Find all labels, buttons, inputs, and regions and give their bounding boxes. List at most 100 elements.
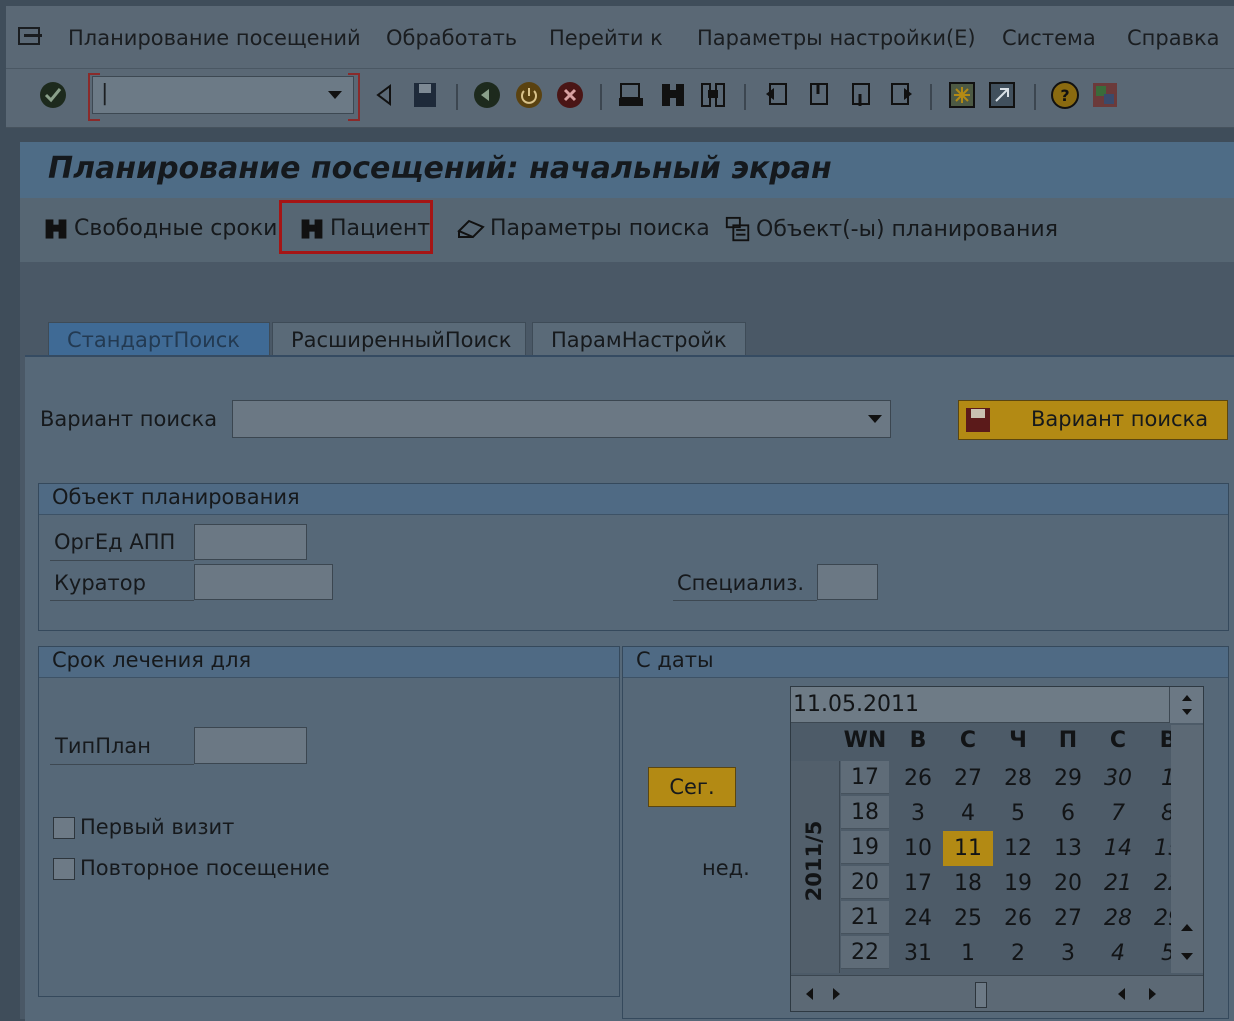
previous-page-icon[interactable]: [803, 80, 833, 110]
scroll-thumb[interactable]: [975, 982, 987, 1008]
menu-goto[interactable]: Перейти к: [549, 26, 663, 50]
calendar-day[interactable]: 27: [1043, 901, 1093, 936]
scroll-right-icon[interactable]: [831, 986, 843, 1002]
week-number[interactable]: 19: [841, 831, 889, 864]
shortcut-icon[interactable]: [987, 80, 1017, 110]
find-next-icon[interactable]: [698, 80, 728, 110]
date-spinner[interactable]: [1169, 687, 1203, 723]
system-menu-icon[interactable]: [18, 26, 44, 48]
check-icon[interactable]: [38, 80, 68, 110]
planning-objects-button[interactable]: Объект(-ы) планирования: [724, 216, 1058, 244]
calendar-day[interactable]: 6: [1043, 796, 1093, 831]
calendar-day[interactable]: 28: [993, 761, 1043, 796]
exit-icon[interactable]: [514, 80, 544, 110]
today-button[interactable]: Сег.: [648, 767, 736, 807]
calendar-day[interactable]: 3: [893, 796, 943, 831]
search-params-button[interactable]: Параметры поиска: [456, 216, 710, 241]
first-visit-checkbox[interactable]: [53, 817, 75, 839]
dropdown-icon[interactable]: [327, 89, 343, 101]
calendar-day[interactable]: 3: [1043, 936, 1093, 971]
command-field[interactable]: |: [92, 76, 354, 114]
week-number[interactable]: 20: [841, 866, 889, 899]
tab-standard-search[interactable]: СтандартПоиск: [48, 322, 270, 356]
customize-layout-icon[interactable]: [1090, 80, 1120, 110]
search-variant-button[interactable]: Вариант поиска: [958, 400, 1228, 440]
week-number[interactable]: 22: [841, 936, 889, 969]
calendar-day[interactable]: 18: [943, 866, 993, 901]
calendar-day[interactable]: 25: [943, 901, 993, 936]
svg-text:?: ?: [1060, 86, 1069, 105]
create-session-icon[interactable]: [947, 80, 977, 110]
calendar-day[interactable]: 10: [893, 831, 943, 866]
week-number[interactable]: 17: [841, 761, 889, 794]
scroll-down-icon[interactable]: [1179, 951, 1195, 963]
find-icon[interactable]: [658, 80, 688, 110]
repeat-visit-checkbox[interactable]: [53, 858, 75, 880]
planning-object-title: Объект планирования: [52, 485, 300, 509]
specialty-label: Специализ.: [677, 571, 805, 595]
calendar-day[interactable]: 29: [1043, 761, 1093, 796]
calendar-day[interactable]: 4: [943, 796, 993, 831]
calendar-day[interactable]: 12: [993, 831, 1043, 866]
calendar-day[interactable]: 19: [993, 866, 1043, 901]
specialty-field[interactable]: [817, 564, 878, 600]
calendar-day[interactable]: 13: [1043, 831, 1093, 866]
calendar-day[interactable]: 26: [893, 761, 943, 796]
curator-label: Куратор: [54, 571, 146, 595]
scroll-up-icon[interactable]: [1179, 921, 1195, 933]
last-page-icon[interactable]: [886, 80, 916, 110]
calendar-day[interactable]: 14: [1093, 831, 1143, 866]
calendar-day[interactable]: 5: [993, 796, 1043, 831]
calendar-vertical-scrollbar[interactable]: [1171, 725, 1203, 973]
calendar-day[interactable]: 20: [1043, 866, 1093, 901]
calendar-day[interactable]: 31: [893, 936, 943, 971]
scroll-left-icon[interactable]: [1115, 986, 1127, 1002]
calendar-day[interactable]: 27: [943, 761, 993, 796]
calendar-day[interactable]: 28: [1093, 901, 1143, 936]
spinner-arrows-icon: [1182, 695, 1192, 715]
week-number[interactable]: 18: [841, 796, 889, 829]
tab-extended-search[interactable]: РасширенныйПоиск: [272, 322, 526, 356]
type-plan-field[interactable]: [194, 727, 307, 764]
scroll-right-icon[interactable]: [1147, 986, 1159, 1002]
org-unit-field[interactable]: [194, 524, 307, 560]
calendar-day[interactable]: 1: [943, 936, 993, 971]
print-icon[interactable]: [616, 80, 646, 110]
next-page-icon[interactable]: [845, 80, 875, 110]
menu-visit-planning[interactable]: Планирование посещений: [68, 26, 361, 50]
calendar[interactable]: 11.05.2011 WN В С Ч П С В 2011/5 17 26 27 2…: [790, 686, 1204, 1012]
date-input[interactable]: 11.05.2011: [791, 687, 1169, 723]
day-header: В: [909, 728, 927, 753]
calendar-day[interactable]: 24: [893, 901, 943, 936]
save-icon[interactable]: [410, 80, 440, 110]
menu-settings[interactable]: Параметры настройки(E): [697, 26, 976, 50]
search-variant-select[interactable]: [232, 400, 891, 438]
week-label: нед.: [702, 856, 750, 880]
week-number[interactable]: 21: [841, 901, 889, 934]
scroll-left-icon[interactable]: [803, 986, 815, 1002]
calendar-day[interactable]: 11: [943, 831, 993, 866]
calendar-day[interactable]: 4: [1093, 936, 1143, 971]
menu-edit[interactable]: Обработать: [386, 26, 517, 50]
tab-settings[interactable]: ПарамНастройк: [532, 322, 746, 356]
calendar-day[interactable]: 21: [1093, 866, 1143, 901]
first-page-icon[interactable]: [762, 80, 792, 110]
calendar-day[interactable]: 7: [1093, 796, 1143, 831]
command-field-value: |: [101, 81, 109, 106]
curator-field[interactable]: [194, 564, 333, 600]
calendar-day[interactable]: 17: [893, 866, 943, 901]
free-slots-button[interactable]: Свободные сроки: [42, 216, 277, 242]
back-arrow-icon[interactable]: [370, 80, 400, 110]
page-title: Планирование посещений: начальный экран: [48, 151, 832, 186]
menu-system[interactable]: Система: [1002, 26, 1096, 50]
first-visit-label: Первый визит: [80, 815, 235, 839]
back-icon[interactable]: [472, 80, 502, 110]
menu-help[interactable]: Справка: [1127, 26, 1220, 50]
calendar-day[interactable]: 2: [993, 936, 1043, 971]
calendar-horizontal-scrollbar[interactable]: [791, 975, 1203, 1011]
highlight-frame: [279, 200, 433, 254]
calendar-day[interactable]: 26: [993, 901, 1043, 936]
help-icon[interactable]: ?: [1050, 80, 1080, 110]
calendar-day[interactable]: 30: [1093, 761, 1143, 796]
cancel-icon[interactable]: [555, 80, 585, 110]
